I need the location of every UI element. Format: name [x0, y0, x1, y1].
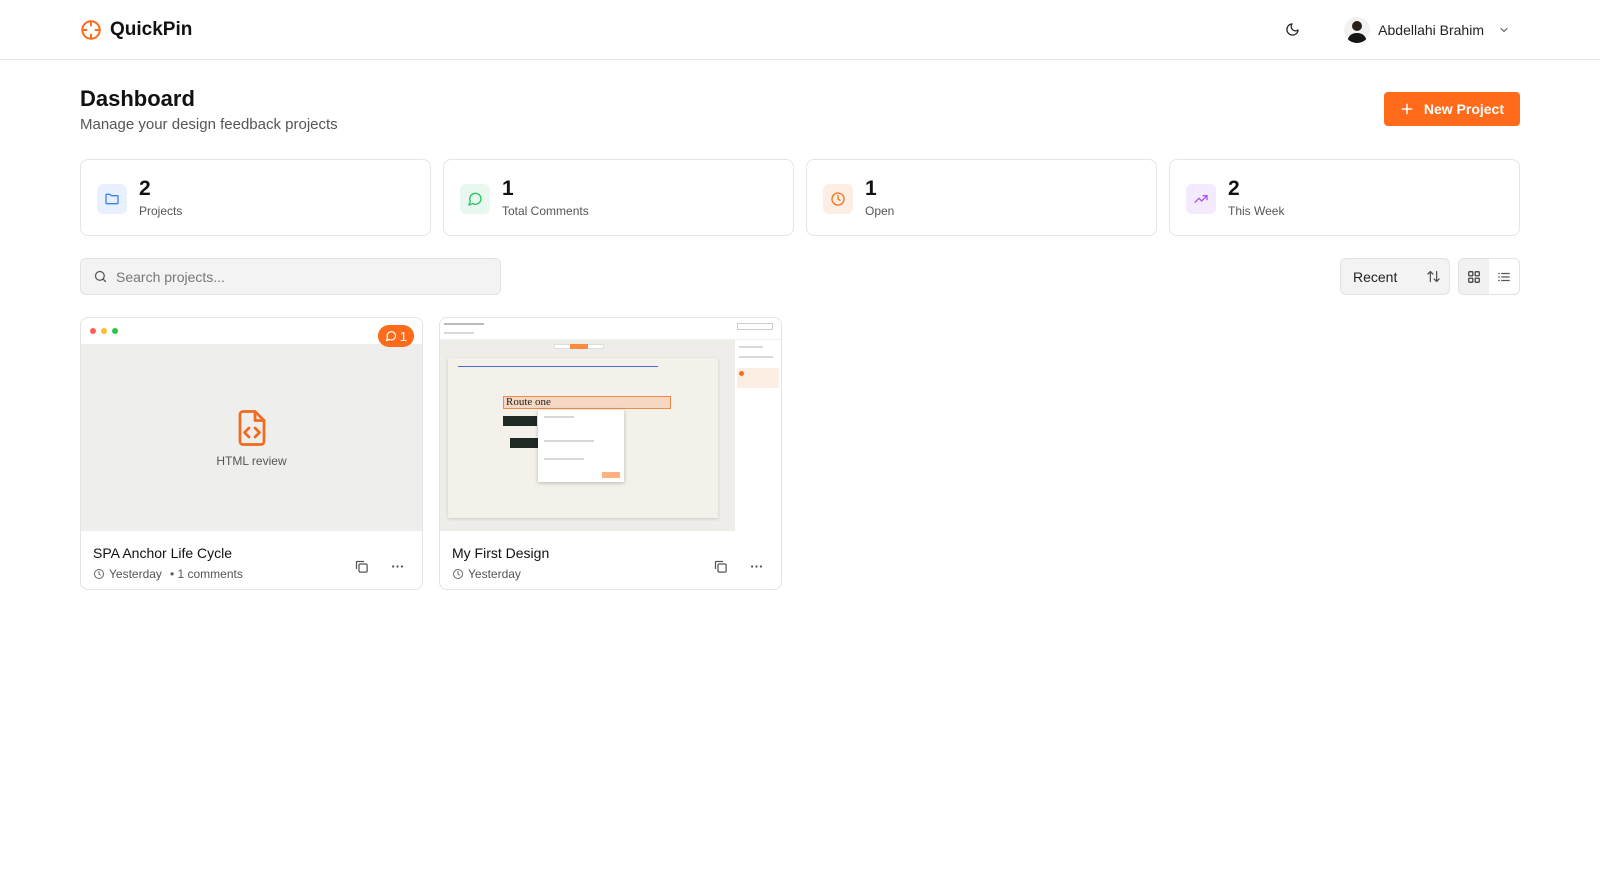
- project-thumbnail[interactable]: Route one: [440, 318, 781, 531]
- sort-arrows-icon: [1427, 270, 1440, 283]
- stat-value: 2: [139, 177, 151, 200]
- page-title: Dashboard: [80, 86, 195, 111]
- thumbnail-caption: HTML review: [216, 454, 287, 468]
- copy-icon: [355, 560, 368, 573]
- comment-count-badge: 1: [377, 325, 414, 347]
- plus-icon: [1401, 103, 1413, 115]
- clock-icon: [823, 183, 853, 214]
- comment-count: 1: [399, 328, 407, 344]
- new-project-button[interactable]: New Project: [1383, 92, 1520, 126]
- project-comment-count: • 1 comments: [169, 567, 243, 581]
- project-title[interactable]: My First Design: [452, 545, 549, 561]
- grid-view-button[interactable]: [1459, 259, 1489, 294]
- stat-value: 2: [1228, 177, 1240, 200]
- more-options-button[interactable]: [743, 553, 769, 579]
- duplicate-button[interactable]: [348, 553, 374, 579]
- stat-label: This Week: [1228, 204, 1285, 218]
- screenshot-toolbar: [440, 318, 781, 340]
- chevron-down-icon: [1500, 27, 1508, 32]
- window-dot-red: [90, 328, 96, 334]
- project-thumbnail[interactable]: 1 HTML review: [81, 318, 422, 531]
- stat-value: 1: [502, 177, 514, 200]
- more-horizontal-icon: [391, 564, 403, 568]
- screenshot-sidebar: [735, 340, 781, 531]
- stat-label: Projects: [139, 204, 183, 218]
- stat-card-projects: 2 Projects: [80, 159, 431, 236]
- clock-icon: [94, 569, 104, 579]
- project-card[interactable]: 1 HTML review SPA Anchor Life Cycle Yest…: [80, 317, 423, 590]
- stat-card-comments: 1 Total Comments: [443, 159, 794, 236]
- crosshair-logo-icon: [81, 19, 101, 40]
- stat-value: 1: [865, 177, 877, 200]
- avatar: [1344, 16, 1371, 43]
- user-menu[interactable]: Abdellahi Brahim: [1344, 16, 1510, 43]
- stats-row: 2 Projects 1 Total Comments 1 Open 2 Thi…: [80, 159, 1520, 236]
- list-view-button[interactable]: [1489, 259, 1519, 294]
- project-title[interactable]: SPA Anchor Life Cycle: [93, 545, 243, 561]
- more-horizontal-icon: [750, 564, 762, 568]
- duplicate-button[interactable]: [707, 553, 733, 579]
- more-options-button[interactable]: [384, 553, 410, 579]
- top-navbar: QuickPin Abdellahi Brahim: [0, 0, 1600, 60]
- screenshot-canvas: Route one: [440, 340, 736, 531]
- stat-label: Total Comments: [502, 204, 589, 218]
- file-code-icon: [238, 410, 265, 446]
- folder-icon: [97, 183, 127, 214]
- window-bar: [81, 318, 422, 344]
- moon-icon: [1285, 23, 1299, 36]
- user-name: Abdellahi Brahim: [1378, 21, 1484, 38]
- logo[interactable]: QuickPin: [80, 19, 192, 41]
- message-circle-icon: [460, 183, 490, 214]
- view-toggle: [1458, 258, 1520, 295]
- clock-icon: [453, 569, 463, 579]
- project-updated: Yesterday: [468, 567, 521, 581]
- app-name: QuickPin: [110, 18, 193, 40]
- new-project-label: New Project: [1423, 101, 1504, 117]
- stat-card-open: 1 Open: [806, 159, 1157, 236]
- page-subtitle: Manage your design feedback projects: [80, 116, 338, 133]
- search-box: [80, 258, 501, 295]
- grid-icon: [1468, 270, 1480, 283]
- sort-value: Recent: [1353, 268, 1398, 285]
- search-input[interactable]: [116, 268, 476, 285]
- copy-icon: [714, 560, 727, 573]
- window-dot-green: [112, 328, 118, 334]
- message-circle-icon: [385, 331, 396, 342]
- stat-label: Open: [865, 204, 895, 218]
- project-updated: Yesterday: [109, 567, 162, 581]
- trending-up-icon: [1186, 183, 1216, 214]
- project-card[interactable]: Route one My First Design Yesterday: [439, 317, 782, 590]
- stat-card-this-week: 2 This Week: [1169, 159, 1520, 236]
- sort-select[interactable]: Recent: [1340, 258, 1450, 295]
- window-dot-yellow: [101, 328, 107, 334]
- list-icon: [1498, 272, 1510, 281]
- thumbnail-heading: Route one: [503, 396, 671, 409]
- search-icon: [94, 270, 107, 283]
- theme-toggle-button[interactable]: [1276, 14, 1308, 46]
